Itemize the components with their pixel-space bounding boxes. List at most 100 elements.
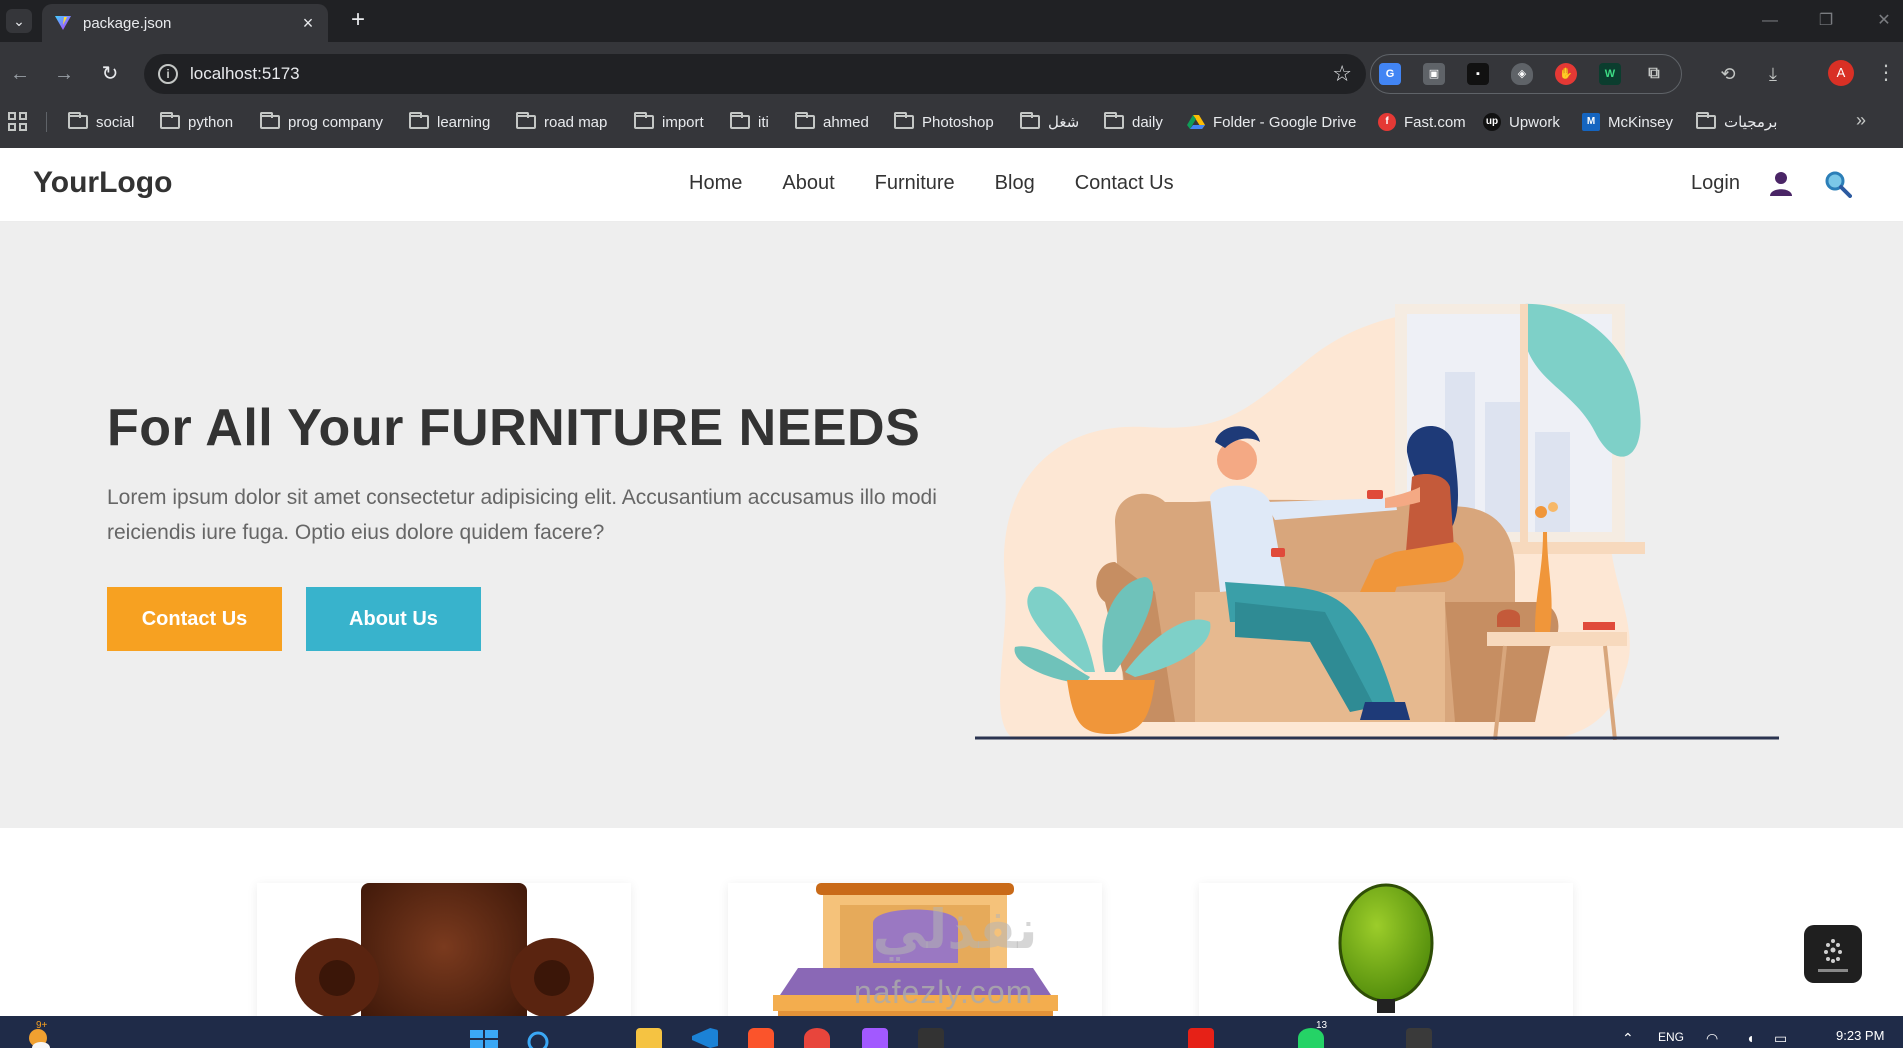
- apps-grid-icon[interactable]: [8, 112, 28, 132]
- bookmark-label: iti: [758, 113, 769, 131]
- bookmark-fast[interactable]: f Fast.com: [1378, 112, 1466, 132]
- folder-icon: [516, 112, 536, 129]
- folder-icon: [160, 112, 180, 129]
- brave-browser-icon[interactable]: [748, 1028, 774, 1048]
- bookmark-star-icon[interactable]: ☆: [1332, 61, 1352, 87]
- clock-time[interactable]: 9:23 PM: [1836, 1028, 1884, 1043]
- nav-about[interactable]: About: [782, 172, 834, 195]
- upwork-icon: up: [1483, 113, 1501, 131]
- bookmark-social[interactable]: social: [68, 112, 134, 132]
- folder-icon: [409, 112, 429, 129]
- close-window-button[interactable]: ✕: [1872, 9, 1896, 33]
- bookmark-label: daily: [1132, 113, 1163, 131]
- chrome-icon[interactable]: [804, 1028, 830, 1048]
- minimize-button[interactable]: —: [1758, 9, 1782, 33]
- bookmark-barmajiyat[interactable]: برمجيات: [1696, 112, 1777, 132]
- tray-chevron-icon[interactable]: ⌃: [1622, 1030, 1634, 1047]
- folder-icon: [260, 112, 280, 129]
- bookmark-iti[interactable]: iti: [730, 112, 769, 132]
- bookmark-upwork[interactable]: up Upwork: [1483, 112, 1560, 132]
- google-drive-icon: [1187, 115, 1205, 129]
- google-translate-icon[interactable]: G: [1379, 63, 1401, 85]
- blackbox-logo-icon: [1818, 939, 1848, 972]
- url-text[interactable]: localhost:5173: [190, 64, 300, 84]
- new-tab-button[interactable]: +: [346, 8, 370, 33]
- shield-icon[interactable]: ◈: [1511, 63, 1533, 85]
- terminal-icon[interactable]: [1406, 1028, 1432, 1048]
- wifi-icon[interactable]: ◠: [1706, 1030, 1718, 1047]
- file-explorer-icon[interactable]: [636, 1028, 662, 1048]
- back-icon[interactable]: ←: [8, 62, 32, 86]
- nav-furniture[interactable]: Furniture: [875, 172, 955, 195]
- windows-search-icon[interactable]: [526, 1030, 550, 1048]
- bookmark-label: Photoshop: [922, 113, 994, 131]
- adblock-icon[interactable]: ✋: [1555, 63, 1577, 85]
- browser-tab-bar: ⌄ package.json × + — ❐ ✕: [0, 0, 1903, 42]
- folder-icon: [1104, 112, 1124, 129]
- profile-avatar[interactable]: A: [1828, 60, 1854, 86]
- product-card-bed[interactable]: [728, 883, 1102, 1016]
- volume-icon[interactable]: ◖: [1746, 1030, 1754, 1046]
- bookmark-label: import: [662, 113, 704, 131]
- folder-icon: [634, 112, 654, 129]
- product-card-office-chair[interactable]: [1199, 883, 1573, 1016]
- bookmark-mckinsey[interactable]: M McKinsey: [1582, 112, 1673, 132]
- bookmark-python[interactable]: python: [160, 112, 233, 132]
- bookmark-label: learning: [437, 113, 491, 131]
- vscode-icon[interactable]: [692, 1028, 718, 1048]
- contact-us-button[interactable]: Contact Us: [107, 587, 282, 651]
- youtube-icon[interactable]: [1188, 1028, 1214, 1048]
- nav-blog[interactable]: Blog: [995, 172, 1035, 195]
- site-info-icon[interactable]: i: [158, 64, 178, 84]
- nav-home[interactable]: Home: [689, 172, 742, 195]
- bookmark-label: شغل: [1048, 114, 1080, 131]
- nav-contact[interactable]: Contact Us: [1075, 172, 1174, 195]
- mckinsey-icon: M: [1582, 113, 1600, 131]
- hero-title: For All Your FURNITURE NEEDS: [107, 399, 921, 457]
- bookmark-road-map[interactable]: road map: [516, 112, 607, 132]
- main-nav: Home About Furniture Blog Contact Us: [689, 172, 1174, 195]
- about-us-button[interactable]: About Us: [306, 587, 481, 651]
- more-bookmarks-icon[interactable]: »: [1856, 110, 1866, 131]
- bookmark-prog-company[interactable]: prog company: [260, 112, 383, 132]
- folder-icon: [68, 112, 88, 129]
- whatsapp-icon[interactable]: [1298, 1028, 1324, 1048]
- tab-search-button[interactable]: ⌄: [6, 9, 32, 33]
- bookmark-photoshop[interactable]: Photoshop: [894, 112, 994, 132]
- download-icon[interactable]: ⤓: [1761, 62, 1785, 86]
- address-bar[interactable]: i localhost:5173 ☆: [144, 54, 1366, 94]
- bookmark-daily[interactable]: daily: [1104, 112, 1163, 132]
- figma-icon[interactable]: [862, 1028, 888, 1048]
- blackbox-widget[interactable]: [1804, 925, 1862, 983]
- windows-start-icon[interactable]: [470, 1030, 498, 1048]
- bookmark-shughl[interactable]: شغل: [1020, 112, 1079, 132]
- maximize-button[interactable]: ❐: [1814, 9, 1838, 33]
- menu-dots-icon[interactable]: ⋮: [1876, 60, 1896, 86]
- extensions-group: G ▣ ▪ ◈ ✋ W ⧉: [1370, 54, 1682, 94]
- fast-icon: f: [1378, 113, 1396, 131]
- wappalyzer-icon[interactable]: W: [1599, 63, 1621, 85]
- hero-section: For All Your FURNITURE NEEDS Lorem ipsum…: [0, 222, 1903, 828]
- forward-icon[interactable]: →: [52, 62, 76, 86]
- bookmark-google-drive[interactable]: Folder - Google Drive: [1187, 112, 1356, 132]
- extensions-puzzle-icon[interactable]: ⧉: [1643, 63, 1665, 85]
- terminal-extension-icon[interactable]: ▪: [1467, 63, 1489, 85]
- bookmark-import[interactable]: import: [634, 112, 704, 132]
- battery-icon[interactable]: ▭: [1774, 1030, 1787, 1047]
- screenshot-extension-icon[interactable]: ▣: [1423, 63, 1445, 85]
- history-icon[interactable]: ⟲: [1716, 62, 1740, 86]
- tab-close-icon[interactable]: ×: [298, 13, 318, 33]
- github-icon[interactable]: [918, 1028, 944, 1048]
- product-card-armchair[interactable]: [257, 883, 631, 1016]
- site-logo[interactable]: YourLogo: [33, 166, 172, 200]
- login-link[interactable]: Login: [1691, 172, 1740, 195]
- search-icon[interactable]: [1824, 170, 1852, 198]
- bookmark-learning[interactable]: learning: [409, 112, 490, 132]
- bookmark-ahmed[interactable]: ahmed: [795, 112, 869, 132]
- site-header: YourLogo Home About Furniture Blog Conta…: [0, 148, 1903, 222]
- armchair-image: [295, 883, 594, 1016]
- user-icon[interactable]: [1768, 170, 1794, 196]
- tab-active[interactable]: package.json ×: [42, 4, 328, 42]
- language-indicator[interactable]: ENG: [1658, 1030, 1684, 1044]
- reload-icon[interactable]: ↻: [98, 62, 122, 86]
